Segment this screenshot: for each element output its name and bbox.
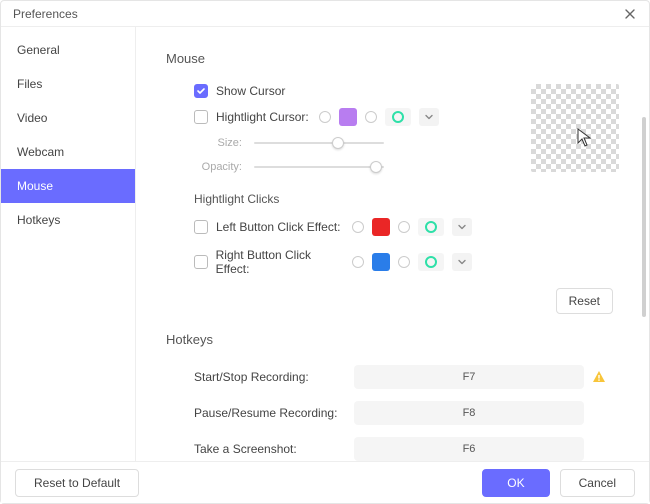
reset-row: Reset [166,288,619,314]
ring-icon [392,111,404,123]
highlight-cursor-color-swatch[interactable] [339,108,357,126]
cursor-preview [531,84,619,172]
left-click-row: Left Button Click Effect: [194,218,619,236]
warning-icon [592,370,606,384]
cursor-icon [577,128,593,151]
left-click-color-radio[interactable] [352,221,364,233]
highlight-cursor-ring-swatch[interactable] [385,108,411,126]
show-cursor-checkbox[interactable] [194,84,208,98]
close-icon[interactable] [623,7,637,21]
hotkey-label: Start/Stop Recording: [194,370,354,384]
hotkey-row-start-stop: Start/Stop Recording: F7 [194,365,619,389]
left-click-dropdown[interactable] [452,218,472,236]
content-panel: Mouse Show Cursor Hightlight Cur [136,27,649,461]
ring-icon [425,256,437,268]
left-click-ring-radio[interactable] [398,221,410,233]
highlight-cursor-dropdown[interactable] [419,108,439,126]
reset-to-default-button[interactable]: Reset to Default [15,469,139,497]
cancel-button[interactable]: Cancel [560,469,635,497]
window-title: Preferences [13,7,78,21]
show-cursor-label: Show Cursor [216,84,285,98]
left-click-checkbox[interactable] [194,220,208,234]
sidebar-item-mouse[interactable]: Mouse [1,169,135,203]
right-click-checkbox[interactable] [194,255,208,269]
sidebar-item-general[interactable]: General [1,33,135,67]
size-slider[interactable] [254,136,384,150]
highlight-cursor-label: Hightlight Cursor: [216,110,309,124]
right-click-ring-radio[interactable] [398,256,410,268]
hotkey-row-pause-resume: Pause/Resume Recording: F8 [194,401,619,425]
ring-icon [425,221,437,233]
highlight-clicks-heading: Hightlight Clicks [194,192,619,206]
highlight-cursor-ring-radio[interactable] [365,111,377,123]
opacity-slider[interactable] [254,160,384,174]
footer: Reset to Default OK Cancel [1,461,649,503]
reset-button[interactable]: Reset [556,288,613,314]
right-click-label: Right Button Click Effect: [216,248,344,276]
section-title-mouse: Mouse [166,51,619,66]
sidebar: General Files Video Webcam Mouse Hotkeys [1,27,136,461]
scrollbar[interactable] [642,117,646,317]
highlight-cursor-color-radio[interactable] [319,111,331,123]
hotkey-input-pause-resume[interactable]: F8 [354,401,584,425]
right-click-color-radio[interactable] [352,256,364,268]
right-click-ring-swatch[interactable] [418,253,444,271]
section-title-hotkeys: Hotkeys [166,332,619,347]
right-click-dropdown[interactable] [452,253,472,271]
hotkey-row-screenshot: Take a Screenshot: F6 [194,437,619,461]
sidebar-item-hotkeys[interactable]: Hotkeys [1,203,135,237]
right-click-row: Right Button Click Effect: [194,248,619,276]
highlight-cursor-checkbox[interactable] [194,110,208,124]
left-click-label: Left Button Click Effect: [216,220,341,234]
hotkey-input-start-stop[interactable]: F7 [354,365,584,389]
body: General Files Video Webcam Mouse Hotkeys… [1,27,649,461]
sidebar-item-webcam[interactable]: Webcam [1,135,135,169]
hotkeys-block: Start/Stop Recording: F7 Pause/Resume Re… [194,365,619,461]
sidebar-item-video[interactable]: Video [1,101,135,135]
sidebar-item-files[interactable]: Files [1,67,135,101]
left-click-color-swatch[interactable] [372,218,390,236]
size-label: Size: [194,137,242,149]
right-click-color-swatch[interactable] [372,253,390,271]
left-click-ring-swatch[interactable] [418,218,444,236]
mouse-settings: Show Cursor Hightlight Cursor: Size: [166,84,619,314]
hotkey-input-screenshot[interactable]: F6 [354,437,584,461]
hotkey-label: Take a Screenshot: [194,442,354,456]
titlebar: Preferences [1,1,649,27]
opacity-label: Opacity: [194,161,242,173]
ok-button[interactable]: OK [482,469,549,497]
hotkey-label: Pause/Resume Recording: [194,406,354,420]
